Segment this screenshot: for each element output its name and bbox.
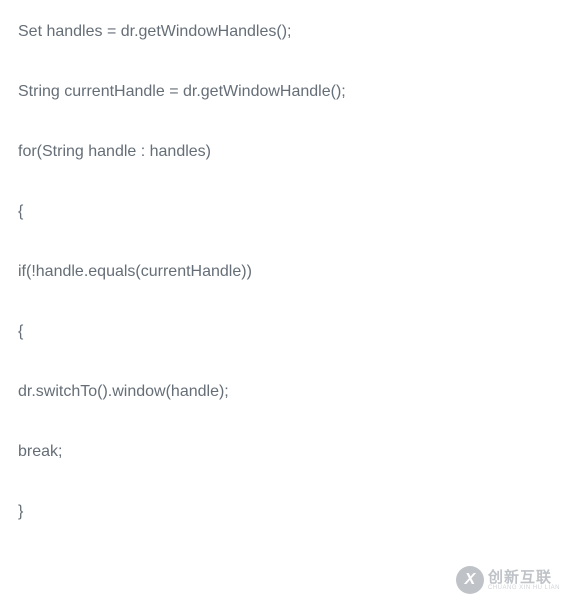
watermark-logo-letter: X: [465, 571, 476, 589]
watermark-logo-icon: X: [456, 566, 484, 594]
watermark-text: 创新互联 CHUANG XIN HU LIAN: [488, 570, 560, 591]
code-line: {: [18, 320, 548, 344]
code-container: Set handles = dr.getWindowHandles(); Str…: [0, 0, 566, 580]
code-line: dr.switchTo().window(handle);: [18, 380, 548, 404]
watermark-main-text: 创新互联: [488, 570, 560, 585]
code-line: }: [18, 500, 548, 524]
code-line: Set handles = dr.getWindowHandles();: [18, 20, 548, 44]
code-line: {: [18, 200, 548, 224]
code-line: for(String handle : handles): [18, 140, 548, 164]
watermark-sub-text: CHUANG XIN HU LIAN: [488, 585, 560, 591]
code-line: String currentHandle = dr.getWindowHandl…: [18, 80, 548, 104]
code-line: break;: [18, 440, 548, 464]
watermark: X 创新互联 CHUANG XIN HU LIAN: [456, 566, 560, 594]
code-line: if(!handle.equals(currentHandle)): [18, 260, 548, 284]
